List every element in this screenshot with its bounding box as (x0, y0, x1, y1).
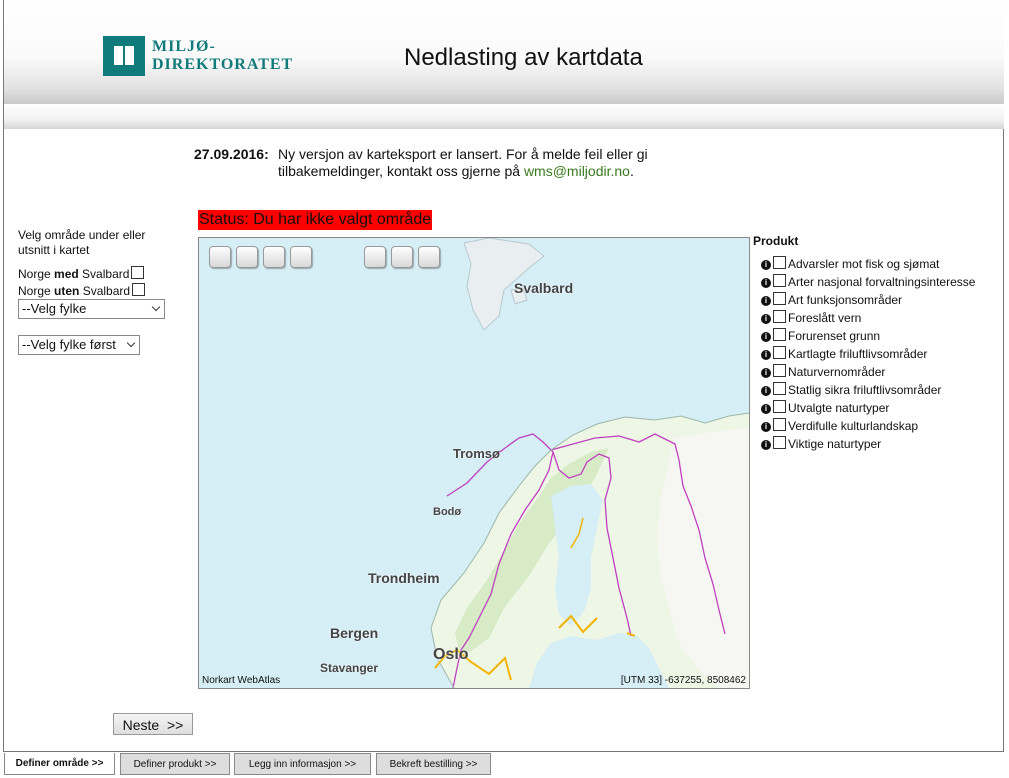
product-checkbox[interactable] (773, 310, 786, 323)
without-svalbard-checkbox[interactable] (132, 283, 146, 296)
with-svalbard-option: Norge med Svalbard (18, 266, 188, 283)
polygon-tool-icon[interactable] (364, 246, 386, 268)
product-checkbox[interactable] (773, 346, 786, 359)
info-icon[interactable]: i (761, 314, 771, 324)
rectangle-tool-icon[interactable] (391, 246, 413, 268)
pan-hand-icon[interactable] (290, 246, 312, 268)
zoom-in-icon[interactable] (209, 246, 231, 268)
tab-enter-information[interactable]: Legg inn informasjon >> (234, 753, 371, 775)
tab-confirm-order[interactable]: Bekreft bestilling >> (376, 753, 491, 775)
product-checkbox[interactable] (773, 436, 786, 449)
email-link[interactable]: wms@miljodir.no (524, 163, 630, 179)
info-icon[interactable]: i (761, 296, 771, 306)
map-label-bergen: Bergen (330, 625, 379, 641)
info-icon[interactable]: i (761, 368, 771, 378)
product-checkbox[interactable] (773, 364, 786, 377)
without-svalbard-option: Norge uten Svalbard (18, 283, 188, 300)
product-checkbox[interactable] (773, 418, 786, 431)
product-item: i Forurenset grunn (753, 327, 975, 345)
product-item: i Viktige naturtyper (753, 435, 975, 453)
map-viewer[interactable]: Svalbard Tromsø Bodø Trondheim Bergen St… (198, 237, 750, 689)
product-checkbox[interactable] (773, 256, 786, 269)
map-canvas[interactable] (199, 238, 749, 688)
product-item: i Naturvernområder (753, 363, 975, 381)
product-item: i Utvalgte naturtyper (753, 399, 975, 417)
next-button[interactable]: Neste >> (113, 713, 193, 735)
product-item: i Verdifulle kulturlandskap (753, 417, 975, 435)
info-icon[interactable]: i (761, 440, 771, 450)
globe-icon[interactable] (263, 246, 285, 268)
sub-bar (4, 104, 1004, 129)
map-label-stavanger: Stavanger (320, 661, 379, 675)
info-icon[interactable]: i (761, 422, 771, 432)
product-item: i Foreslått vern (753, 309, 975, 327)
map-label-bodo: Bodø (433, 506, 462, 518)
tab-define-product[interactable]: Definer produkt >> (120, 753, 230, 775)
eraser-icon[interactable] (418, 246, 440, 268)
area-hint: Velg område under eller utsnitt i kartet (18, 228, 146, 257)
product-checkbox[interactable] (773, 328, 786, 341)
map-coordinates: [UTM 33] -637255, 8508462 (620, 675, 746, 686)
map-label-trondheim: Trondheim (368, 570, 440, 586)
county-select[interactable]: --Velg fylke (18, 299, 165, 319)
map-label-oslo: Oslo (433, 646, 469, 663)
product-item: i Art funksjonsområder (753, 291, 975, 309)
info-icon[interactable]: i (761, 332, 771, 342)
chevron-down-icon (151, 302, 161, 312)
tab-define-area[interactable]: Definer område >> (4, 753, 115, 775)
zoom-out-icon[interactable] (236, 246, 258, 268)
map-label-svalbard: Svalbard (514, 280, 574, 296)
map-attribution: Norkart WebAtlas (202, 675, 281, 686)
logo-text: MILJØ- DIREKTORATET (152, 38, 294, 73)
product-checkbox[interactable] (773, 382, 786, 395)
info-icon[interactable]: i (761, 278, 771, 288)
product-item: i Kartlagte friluftlivsområder (753, 345, 975, 363)
area-panel: Velg område under eller utsnitt i kartet… (18, 228, 188, 300)
info-icon[interactable]: i (761, 260, 771, 270)
news-date: 27.09.2016: (194, 146, 269, 162)
product-item: i Advarsler mot fisk og sjømat (753, 255, 975, 273)
with-svalbard-checkbox[interactable] (131, 266, 145, 279)
news-text: Ny versjon av karteksport er lansert. Fo… (278, 146, 648, 179)
product-item: i Arter nasjonal forvaltningsinteresse (753, 273, 975, 291)
product-checkbox[interactable] (773, 400, 786, 413)
municipality-select[interactable]: --Velg fylke først (18, 335, 140, 355)
chevron-down-icon (126, 338, 136, 348)
map-label-tromso: Tromsø (453, 446, 500, 461)
info-icon[interactable]: i (761, 350, 771, 360)
product-panel: Produkt i Advarsler mot fisk og sjømat iA… (753, 234, 975, 453)
status-banner: Status: Du har ikke valgt område (198, 210, 433, 230)
info-icon[interactable]: i (761, 404, 771, 414)
product-heading: Produkt (753, 234, 799, 248)
info-icon[interactable]: i (761, 386, 771, 396)
product-checkbox[interactable] (773, 274, 786, 287)
product-checkbox[interactable] (773, 292, 786, 305)
product-item: i Statlig sikra friluftlivsområder (753, 381, 975, 399)
logo-icon (103, 36, 145, 76)
page-title: Nedlasting av kartdata (404, 44, 643, 71)
